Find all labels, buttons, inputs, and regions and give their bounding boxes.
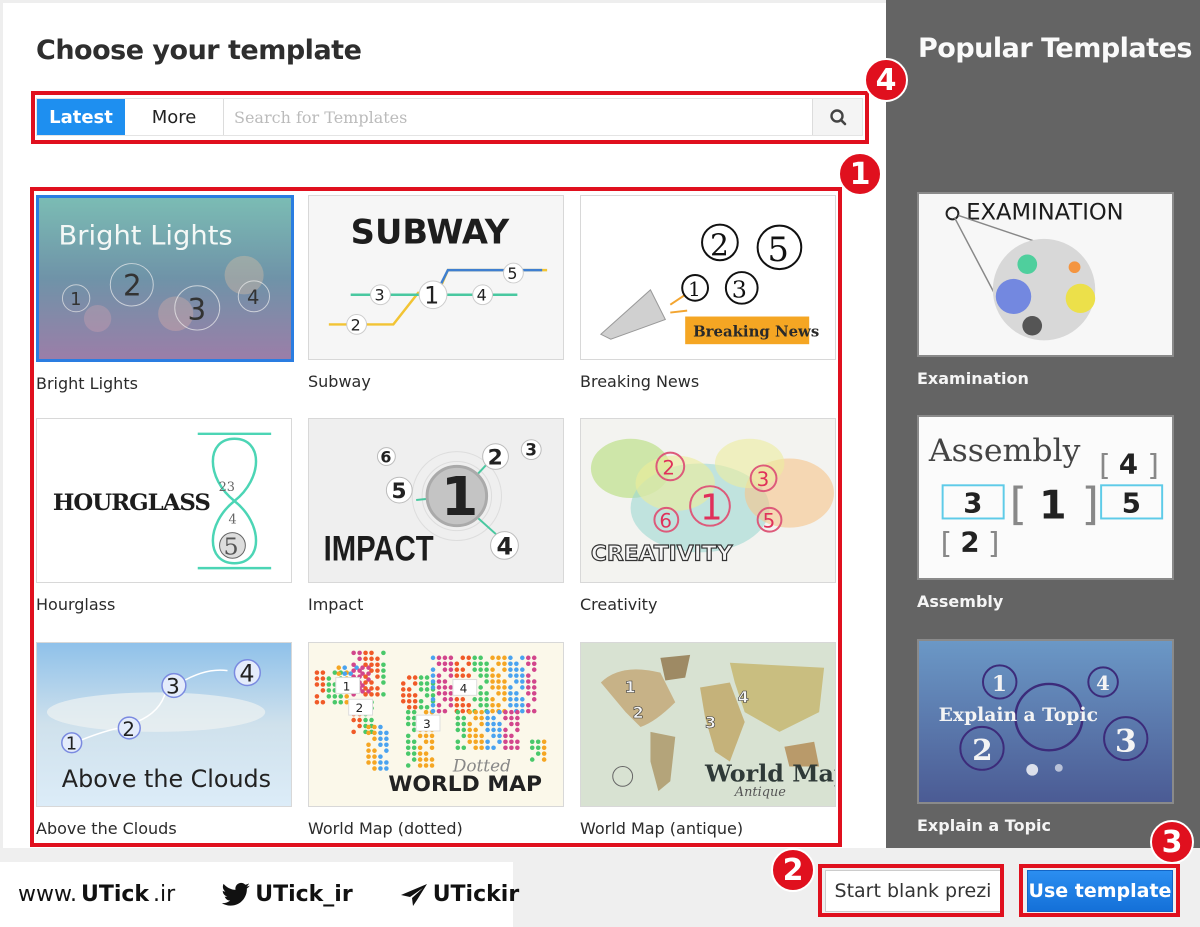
thumb-title: Explain a Topic xyxy=(939,705,1098,726)
svg-text:[: [ xyxy=(1099,449,1111,483)
watermark-website: www. UTick .ir xyxy=(18,882,175,907)
template-thumbnail[interactable]: Assembly 3 5 [1] [4] [2] xyxy=(917,415,1174,580)
thumb-title: EXAMINATION xyxy=(966,199,1123,225)
sidebar-title: Popular Templates xyxy=(918,33,1192,64)
popular-template-assembly[interactable]: Assembly 3 5 [1] [4] [2] Assembly xyxy=(917,415,1174,611)
svg-text:]: ] xyxy=(1147,449,1159,483)
template-chooser-panel: Choose your template Latest More Bright … xyxy=(0,0,886,848)
svg-text:1: 1 xyxy=(992,672,1007,697)
telegram-plane-icon xyxy=(400,883,427,906)
svg-text:4: 4 xyxy=(1096,672,1110,695)
annotation-badge-3: 3 xyxy=(1150,820,1194,864)
template-label: Examination xyxy=(917,369,1029,388)
watermark-twitter: UTick_ir xyxy=(221,882,353,908)
svg-text:]: ] xyxy=(1081,478,1099,531)
svg-text:]: ] xyxy=(988,527,1000,561)
annotation-badge-1: 1 xyxy=(838,152,882,196)
svg-text:5: 5 xyxy=(1122,489,1141,520)
website-brand: UTick xyxy=(80,882,150,907)
watermark-telegram: UTickir xyxy=(399,882,519,907)
template-label: Assembly xyxy=(917,592,1004,611)
twitter-bird-icon xyxy=(221,882,250,906)
page-title: Choose your template xyxy=(36,35,362,66)
svg-text:2: 2 xyxy=(960,528,979,559)
template-thumbnail[interactable]: 1 2 3 4 Explain a Topic xyxy=(917,639,1174,804)
popular-templates-sidebar: Popular Templates EXAMINATION Examinatio… xyxy=(886,0,1200,848)
svg-text:[: [ xyxy=(1010,478,1028,531)
svg-text:2: 2 xyxy=(972,732,993,767)
twitter-handle: UTick_ir xyxy=(255,882,353,907)
svg-text:3: 3 xyxy=(963,489,982,520)
svg-text:3: 3 xyxy=(1115,723,1137,759)
watermark-bar: www. UTick .ir UTick_ir UTickir xyxy=(0,862,519,927)
annotation-box-start-blank xyxy=(818,864,1004,917)
annotation-badge-2: 2 xyxy=(771,848,815,892)
svg-text:[: [ xyxy=(941,527,953,561)
annotation-box-template-grid xyxy=(30,187,842,847)
thumb-title: Assembly xyxy=(928,433,1081,469)
website-suffix: .ir xyxy=(153,882,176,907)
popular-template-explain-a-topic[interactable]: 1 2 3 4 Explain a Topic Explain a Topic xyxy=(917,639,1174,835)
annotation-box-toolbar xyxy=(31,91,869,144)
svg-text:1: 1 xyxy=(1039,484,1066,529)
svg-text:4: 4 xyxy=(1119,450,1138,481)
popular-template-examination[interactable]: EXAMINATION Examination xyxy=(917,192,1174,388)
template-label: Explain a Topic xyxy=(917,816,1051,835)
telegram-handle: UTickir xyxy=(432,882,520,907)
annotation-badge-4: 4 xyxy=(864,58,908,102)
annotation-box-use-template xyxy=(1019,864,1180,917)
template-thumbnail[interactable]: EXAMINATION xyxy=(917,192,1174,357)
website-prefix: www. xyxy=(18,882,77,907)
